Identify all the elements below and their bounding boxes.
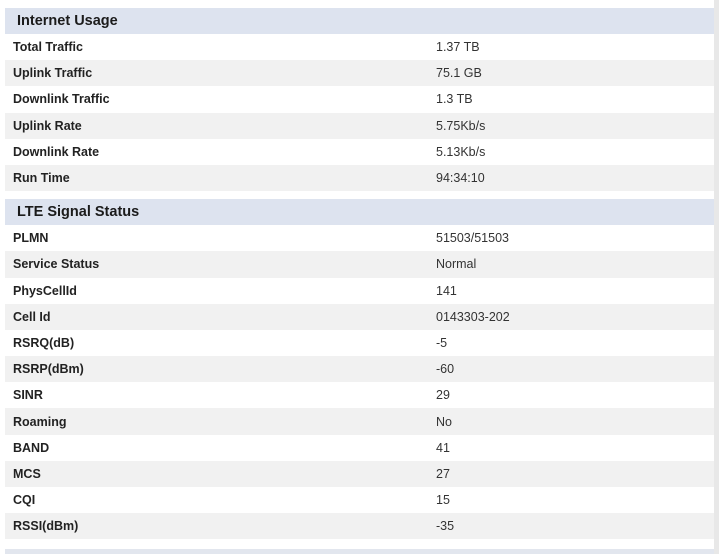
lte-signal-row: PLMN 51503/51503 <box>5 225 714 251</box>
internet-usage-row: Total Traffic 1.37 TB <box>5 34 714 60</box>
panel-bottom-edge <box>5 549 714 554</box>
row-label: Service Status <box>13 257 100 272</box>
row-label: Run Time <box>13 171 70 186</box>
lte-signal-row: Service Status Normal <box>5 251 714 278</box>
row-value: 5.13Kb/s <box>436 144 486 159</box>
internet-usage-row: Run Time 94:34:10 <box>5 164 714 192</box>
row-value: -60 <box>436 362 455 377</box>
row-label: Roaming <box>13 414 67 429</box>
row-value: 75.1 GB <box>436 66 482 81</box>
row-value: 29 <box>436 388 450 403</box>
status-panel: Internet Usage Total Traffic 1.37 TB Upl… <box>5 8 714 540</box>
row-value: 51503/51503 <box>436 231 509 246</box>
lte-signal-status-header: LTE Signal Status <box>5 199 714 226</box>
row-value: 141 <box>436 283 457 298</box>
lte-signal-row: CQI 15 <box>5 487 714 513</box>
vertical-scrollbar[interactable] <box>714 0 719 554</box>
row-label: PhysCellId <box>13 283 77 298</box>
row-value: 1.37 TB <box>436 40 480 55</box>
internet-usage-row: Downlink Rate 5.13Kb/s <box>5 139 714 165</box>
internet-usage-row: Uplink Rate 5.75Kb/s <box>5 112 714 139</box>
lte-signal-row: BAND 41 <box>5 435 714 461</box>
row-value: No <box>436 414 452 429</box>
section-divider <box>5 191 714 200</box>
row-label: Downlink Traffic <box>13 92 110 107</box>
row-value: 94:34:10 <box>436 171 485 186</box>
lte-signal-status-list: PLMN 51503/51503 Service Status Normal P… <box>5 225 714 540</box>
internet-usage-row: Uplink Traffic 75.1 GB <box>5 60 714 87</box>
row-label: Downlink Rate <box>13 144 100 159</box>
row-value: 1.3 TB <box>436 92 473 107</box>
lte-signal-status-section: LTE Signal Status PLMN 51503/51503 Servi… <box>5 199 714 540</box>
row-label: BAND <box>13 440 50 455</box>
internet-usage-section: Internet Usage Total Traffic 1.37 TB Upl… <box>5 8 714 192</box>
lte-signal-row: PhysCellId 141 <box>5 278 714 304</box>
lte-signal-row: RSSI(dBm) -35 <box>5 513 714 540</box>
lte-signal-row: SINR 29 <box>5 382 714 408</box>
row-label: Total Traffic <box>13 40 83 55</box>
row-label: RSRQ(dB) <box>13 335 75 350</box>
row-label: SINR <box>13 388 43 403</box>
row-value: 15 <box>436 493 450 508</box>
internet-usage-list: Total Traffic 1.37 TB Uplink Traffic 75.… <box>5 34 714 192</box>
lte-signal-row: RSRQ(dB) -5 <box>5 330 714 356</box>
row-label: MCS <box>13 466 41 481</box>
lte-signal-row: MCS 27 <box>5 460 714 487</box>
lte-signal-row: RSRP(dBm) -60 <box>5 356 714 383</box>
row-label: RSRP(dBm) <box>13 362 84 377</box>
lte-signal-row: Roaming No <box>5 408 714 435</box>
row-value: -35 <box>436 519 455 534</box>
row-value: -5 <box>436 335 448 350</box>
row-label: Uplink Rate <box>13 118 82 133</box>
row-label: CQI <box>13 493 36 508</box>
lte-signal-row: Cell Id 0143303-202 <box>5 303 714 330</box>
row-label: Cell Id <box>13 309 51 324</box>
row-label: PLMN <box>13 231 49 246</box>
internet-usage-row: Downlink Traffic 1.3 TB <box>5 86 714 112</box>
row-value: 41 <box>436 440 450 455</box>
row-label: RSSI(dBm) <box>13 519 79 534</box>
row-value: 0143303-202 <box>436 309 510 324</box>
internet-usage-header: Internet Usage <box>5 8 714 34</box>
row-value: Normal <box>436 257 477 272</box>
row-value: 27 <box>436 466 450 481</box>
row-label: Uplink Traffic <box>13 66 93 81</box>
row-value: 5.75Kb/s <box>436 118 486 133</box>
